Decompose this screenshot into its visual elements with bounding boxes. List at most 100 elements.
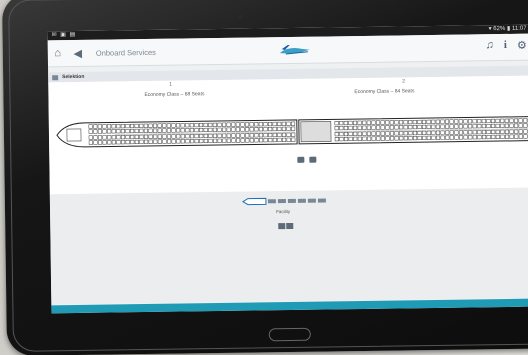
seat[interactable] (162, 134, 167, 139)
seat[interactable] (217, 138, 222, 143)
seat[interactable] (120, 129, 126, 134)
seat[interactable] (116, 140, 121, 145)
seat[interactable] (458, 119, 463, 124)
seat[interactable] (134, 139, 139, 145)
seat[interactable] (139, 134, 144, 139)
seat[interactable] (102, 124, 107, 129)
seat[interactable] (403, 120, 408, 125)
seat[interactable] (208, 133, 213, 138)
seat[interactable] (421, 119, 427, 124)
seat[interactable] (352, 120, 358, 125)
seat[interactable] (417, 135, 422, 141)
seat[interactable] (249, 127, 254, 132)
seat[interactable] (449, 130, 454, 135)
seat[interactable] (481, 130, 487, 135)
seat[interactable] (139, 139, 144, 144)
seat[interactable] (523, 134, 528, 139)
seat[interactable] (212, 138, 218, 143)
seat[interactable] (281, 132, 287, 137)
seat[interactable] (491, 129, 496, 135)
seat[interactable] (353, 125, 358, 130)
seat[interactable] (504, 123, 509, 128)
seat[interactable] (281, 137, 287, 142)
seat[interactable] (277, 126, 282, 132)
seat[interactable] (371, 131, 376, 136)
seat[interactable] (468, 135, 473, 140)
seat[interactable] (240, 138, 245, 143)
seat[interactable] (353, 136, 358, 141)
seat[interactable] (399, 125, 404, 130)
seat[interactable] (477, 135, 482, 140)
seat[interactable] (267, 121, 273, 127)
seat[interactable] (120, 124, 125, 129)
seat[interactable] (467, 119, 473, 124)
seat[interactable] (189, 123, 194, 128)
seat[interactable] (495, 118, 500, 123)
seat[interactable] (171, 139, 176, 144)
seat[interactable] (116, 129, 121, 134)
seat[interactable] (445, 124, 450, 129)
seat[interactable] (212, 122, 217, 127)
seat[interactable] (348, 131, 353, 137)
seat[interactable] (490, 118, 496, 124)
seat[interactable] (139, 123, 144, 128)
seat[interactable] (88, 129, 93, 134)
seat[interactable] (281, 126, 286, 131)
seat[interactable] (157, 128, 162, 133)
seat[interactable] (143, 123, 148, 128)
seat[interactable] (513, 118, 519, 123)
seat[interactable] (380, 120, 385, 125)
seat[interactable] (245, 138, 250, 143)
seat[interactable] (157, 134, 162, 139)
train-overview-minimap[interactable] (241, 196, 332, 206)
seat[interactable] (116, 124, 121, 129)
seat[interactable] (422, 124, 427, 129)
seat[interactable] (408, 120, 413, 125)
seat[interactable] (334, 132, 339, 137)
seat[interactable] (130, 128, 135, 134)
seat[interactable] (463, 119, 468, 124)
seat[interactable] (371, 136, 376, 141)
seat[interactable] (454, 119, 459, 124)
seat[interactable] (93, 140, 98, 145)
seat[interactable] (180, 139, 185, 144)
seat[interactable] (281, 121, 286, 126)
seat[interactable] (226, 133, 231, 138)
seat[interactable] (431, 130, 436, 135)
seat[interactable] (254, 138, 259, 143)
seat[interactable] (385, 125, 390, 130)
seat[interactable] (143, 134, 149, 139)
seat[interactable] (194, 134, 199, 139)
seat[interactable] (523, 129, 528, 134)
seat[interactable] (514, 129, 519, 134)
seat[interactable] (198, 122, 204, 128)
seat[interactable] (226, 127, 231, 132)
seat[interactable] (454, 135, 459, 140)
seat[interactable] (130, 139, 135, 145)
seat[interactable] (417, 124, 422, 130)
seat[interactable] (268, 132, 273, 138)
seat[interactable] (440, 124, 445, 129)
seat[interactable] (176, 139, 181, 144)
seat[interactable] (435, 130, 441, 135)
seat[interactable] (148, 128, 153, 133)
seat[interactable] (176, 128, 181, 133)
seat[interactable] (445, 135, 450, 140)
seat[interactable] (231, 127, 236, 132)
seat[interactable] (495, 129, 500, 134)
seat[interactable] (408, 136, 413, 141)
seat[interactable] (435, 124, 440, 129)
seat[interactable] (366, 120, 371, 125)
seat[interactable] (97, 135, 103, 140)
seat[interactable] (509, 123, 514, 128)
seat[interactable] (217, 127, 222, 132)
seat[interactable] (334, 137, 339, 142)
seat[interactable] (422, 130, 427, 135)
seat[interactable] (88, 124, 93, 129)
seat[interactable] (472, 119, 477, 124)
seat[interactable] (468, 130, 473, 135)
seat[interactable] (291, 137, 296, 142)
seat[interactable] (431, 124, 436, 129)
seat[interactable] (222, 138, 227, 143)
seat[interactable] (212, 127, 217, 132)
